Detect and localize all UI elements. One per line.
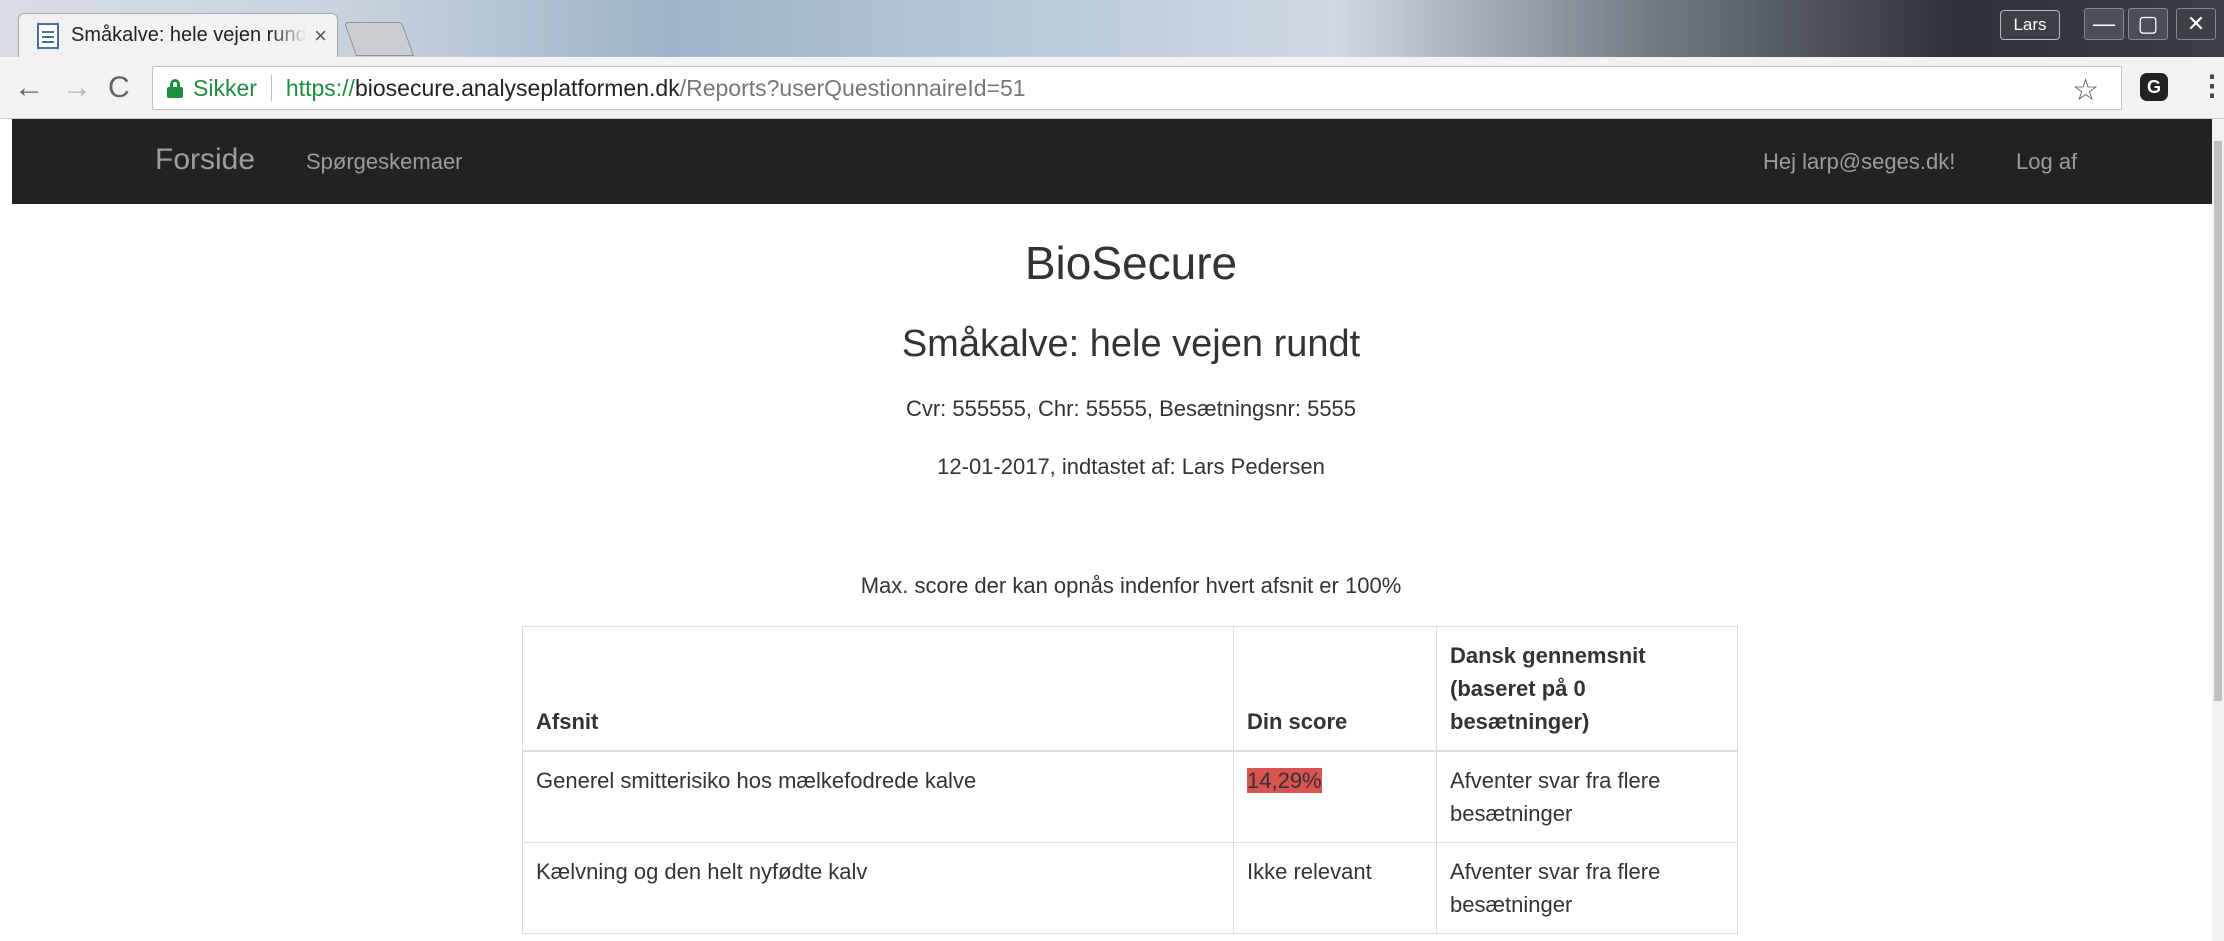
secure-label: Sikker: [193, 74, 257, 101]
max-score-note: Max. score der kan opnås indenfor hvert …: [860, 573, 1402, 598]
browser-titlebar: Småkalve: hele vejen rundt × Lars — ▢ ✕: [0, 0, 2224, 57]
report-identifiers: Cvr: 555555, Chr: 55555, Besætningsnr: 5…: [905, 396, 1357, 421]
url-scheme: https://: [285, 74, 355, 101]
nav-brand-link[interactable]: Forside: [155, 143, 255, 177]
row-section: Kælvning og den helt nyfødte kalv: [522, 842, 1234, 934]
report-title: BioSecure: [1024, 237, 1238, 289]
url-host: biosecure.analyseplatformen.dk: [354, 74, 680, 101]
header-score: Din score: [1233, 626, 1437, 752]
url-path: /Reports?userQuestionnaireId=51: [679, 74, 1026, 101]
browser-menu-icon[interactable]: ⋮: [2198, 69, 2224, 103]
address-separator: [270, 75, 272, 101]
nav-questionnaires-link[interactable]: Spørgeskemaer: [306, 149, 463, 175]
reload-icon[interactable]: C: [108, 71, 130, 105]
tab-title: Småkalve: hele vejen rundt: [71, 24, 307, 46]
forward-arrow-icon[interactable]: →: [62, 71, 92, 105]
header-average: Dansk gennemsnit (baseret på 0 besætning…: [1436, 626, 1738, 752]
bookmark-star-icon[interactable]: ☆: [2072, 73, 2099, 108]
row-section: Generel smitterisiko hos mælkefodrede ka…: [522, 750, 1234, 843]
header-section: Afsnit: [522, 626, 1234, 752]
row-average: Afventer svar fra flere besætninger: [1436, 750, 1738, 843]
minimize-button[interactable]: —: [2084, 8, 2124, 40]
report-entered-by: 12-01-2017, indtastet af: Lars Pedersen: [937, 454, 1325, 479]
browser-tab[interactable]: Småkalve: hele vejen rundt ×: [18, 13, 338, 57]
nav-user-greeting-link[interactable]: Hej larp@seges.dk!: [1763, 149, 1955, 175]
report-subtitle: Småkalve: hele vejen rundt: [901, 323, 1361, 365]
lock-icon: [167, 79, 183, 98]
address-bar[interactable]: Sikker https://biosecure.analyseplatform…: [152, 66, 2122, 110]
row-average: Afventer svar fra flere besætninger: [1436, 842, 1738, 934]
row-score: Ikke relevant: [1233, 842, 1437, 934]
score-badge: 14,29%: [1247, 768, 1322, 793]
profile-button[interactable]: Lars: [2000, 10, 2060, 40]
page-favicon-icon: [37, 22, 59, 49]
table-header-row: Afsnit Din score Dansk gennemsnit (baser…: [522, 626, 1738, 752]
nav-logoff-link[interactable]: Log af: [2016, 149, 2077, 175]
maximize-button[interactable]: ▢: [2128, 8, 2168, 40]
table-row: Generel smitterisiko hos mælkefodrede ka…: [522, 750, 1738, 843]
new-tab-button[interactable]: [343, 22, 415, 56]
back-arrow-icon[interactable]: ←: [14, 71, 44, 105]
row-score: 14,29%: [1233, 750, 1437, 843]
browser-toolbar: ← → C Sikker https://biosecure.analysepl…: [0, 57, 2224, 119]
tab-close-icon[interactable]: ×: [314, 23, 327, 49]
site-navbar: Forside Spørgeskemaer Hej larp@seges.dk!…: [12, 119, 2212, 204]
score-table: Afsnit Din score Dansk gennemsnit (baser…: [522, 626, 1738, 934]
close-window-button[interactable]: ✕: [2176, 8, 2216, 40]
table-row: Kælvning og den helt nyfødte kalv Ikke r…: [522, 842, 1738, 934]
extension-icon[interactable]: G: [2140, 73, 2168, 101]
